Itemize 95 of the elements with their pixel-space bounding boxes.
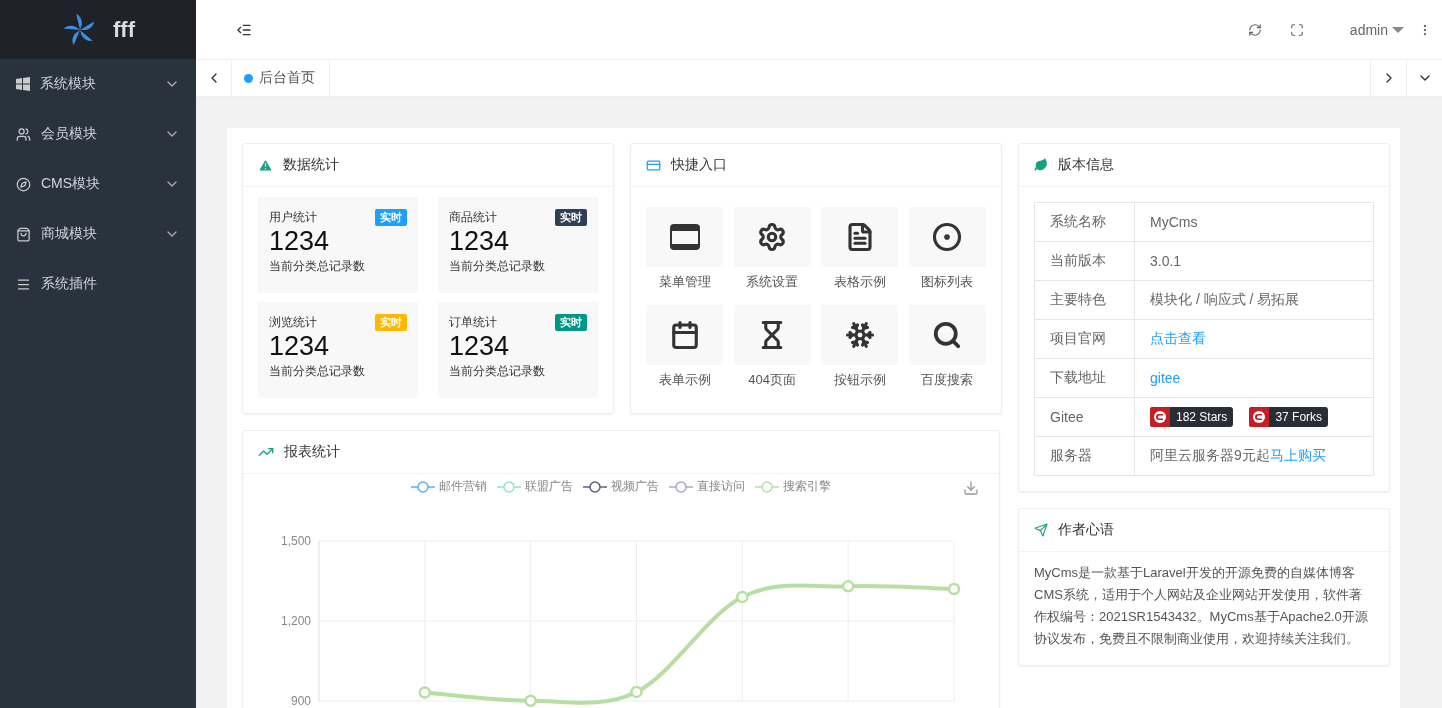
stat-value: 1234 (269, 331, 331, 361)
shortcut-label[interactable]: 系统设置 (746, 273, 799, 295)
panel-title: 报表统计 (284, 443, 340, 461)
bag-icon (16, 226, 31, 242)
window-icon (669, 224, 700, 250)
author-paragraph: MyCms是一款基于Laravel开发的开源免费的自媒体博客CMS系统，适用于个人网站及企业网站开发使用，软件著作权编号：2021SR1543432。MyCms基于Apache2.0开源协议发布，免费且不限制商业使用，欢迎持续关注我们。 (1034, 564, 1369, 648)
calendar-icon (669, 320, 700, 350)
legend-item[interactable]: 搜索引擎 (755, 478, 831, 495)
shortcut-tile[interactable] (646, 305, 723, 365)
stat-label: 商品统计 (449, 209, 497, 226)
search-icon (932, 320, 963, 350)
sidebar-item[interactable]: 商城模块 (0, 209, 196, 259)
data-point (630, 685, 643, 699)
info-label-cell: Gitee (1034, 397, 1135, 437)
info-label-cell: 系统名称 (1034, 202, 1135, 242)
gitee-badge[interactable]: 37 Forks (1249, 407, 1329, 427)
stat-value: 1234 (269, 226, 331, 256)
users-icon (16, 126, 31, 142)
info-label-cell: 项目官网 (1034, 319, 1135, 359)
stat-value: 1234 (449, 226, 511, 256)
info-label-cell: 当前版本 (1034, 241, 1135, 281)
download-button[interactable] (963, 480, 979, 496)
user-menu-button[interactable]: admin (1335, 9, 1418, 50)
stat-note: 当前分类总记录数 (269, 258, 366, 275)
sidebar-item[interactable]: 系统插件 (0, 259, 196, 309)
logo-text: fff (113, 16, 135, 43)
shortcut-label[interactable]: 百度搜索 (921, 371, 974, 393)
windows-icon (16, 77, 30, 91)
leaf-icon (1034, 158, 1048, 172)
compass-icon (16, 176, 31, 192)
sidebar-item-label: 会员模块 (41, 125, 98, 143)
shortcut-tile[interactable] (908, 207, 986, 267)
sidebar-item[interactable]: 系统模块 (0, 59, 196, 109)
panel-title: 快捷入口 (671, 156, 727, 174)
refresh-icon (1247, 22, 1262, 37)
shortcut-tile[interactable] (821, 207, 899, 267)
stat-note: 当前分类总记录数 (449, 258, 546, 275)
stat-label: 浏览统计 (269, 314, 317, 331)
data-point (418, 686, 432, 699)
shortcut-label[interactable]: 菜单管理 (658, 273, 711, 295)
data-point (736, 590, 749, 604)
shortcut-tile[interactable] (733, 207, 811, 267)
gitee-badge[interactable]: 182 Stars (1150, 407, 1234, 427)
stat-value: 1234 (449, 331, 511, 361)
paper-plane-icon (1034, 523, 1048, 537)
shortcut-label[interactable]: 按钮示例 (833, 371, 886, 393)
info-label-cell: 主要特色 (1034, 280, 1135, 320)
info-value-cell: 3.0.1 (1134, 241, 1374, 281)
sidebar-item-label: 商城模块 (41, 225, 98, 243)
info-label-cell: 下载地址 (1034, 358, 1135, 398)
info-value-cell: 模块化 / 响应式 / 易拓展 (1134, 280, 1374, 320)
sidebar-item[interactable]: 会员模块 (0, 109, 196, 159)
realtime-badge: 实时 (375, 314, 407, 331)
legend-item[interactable]: 联盟广告 (497, 478, 573, 495)
info-text: 阿里云服务器9元起 (1150, 447, 1270, 463)
stat-label: 订单统计 (449, 314, 497, 331)
realtime-badge: 实时 (375, 209, 407, 226)
caret-icon (1392, 25, 1404, 34)
shortcut-label[interactable]: 表格示例 (833, 273, 886, 295)
shortcut-tile[interactable] (908, 305, 986, 365)
card-icon (646, 157, 661, 173)
shortcut-tile[interactable] (733, 305, 811, 365)
page-tab[interactable]: 后台首页 (232, 60, 330, 96)
sidebar-item-label: 系统插件 (41, 275, 98, 293)
panel-title: 数据统计 (283, 156, 339, 174)
y-tick-label: 1,500 (280, 534, 311, 548)
y-tick-label: 900 (290, 694, 311, 708)
shortcut-tile[interactable] (646, 207, 723, 267)
panel-title: 作者心语 (1058, 521, 1114, 539)
data-point (947, 582, 961, 596)
sidebar-item[interactable]: CMS模块 (0, 159, 196, 209)
legend-item[interactable]: 邮件营销 (411, 478, 487, 495)
info-value-cell: MyCms (1134, 202, 1374, 242)
sidebar-item-label: 系统模块 (40, 75, 97, 93)
shortcut-label[interactable]: 表单示例 (658, 371, 711, 393)
panel-title: 版本信息 (1058, 156, 1114, 174)
fullscreen-icon (1289, 22, 1304, 37)
realtime-badge: 实时 (555, 314, 587, 331)
y-tick-label: 1,200 (280, 614, 311, 628)
info-label-cell: 服务器 (1034, 436, 1135, 476)
legend-item[interactable]: 视频广告 (583, 478, 659, 495)
warning-icon (258, 157, 273, 173)
sidebar-item-label: CMS模块 (41, 175, 102, 193)
shortcut-tile[interactable] (821, 305, 899, 365)
target-icon (932, 222, 963, 252)
legend-item[interactable]: 直接访问 (669, 478, 745, 495)
snowflake-icon (844, 320, 875, 350)
stat-label: 用户统计 (269, 209, 317, 226)
realtime-badge: 实时 (555, 209, 587, 226)
shortcut-label[interactable]: 图标列表 (921, 273, 974, 295)
data-point (841, 580, 855, 593)
menu-icon (16, 276, 31, 292)
shortcut-label[interactable]: 404页面 (748, 371, 796, 393)
stat-note: 当前分类总记录数 (269, 363, 366, 380)
stat-note: 当前分类总记录数 (449, 363, 546, 380)
